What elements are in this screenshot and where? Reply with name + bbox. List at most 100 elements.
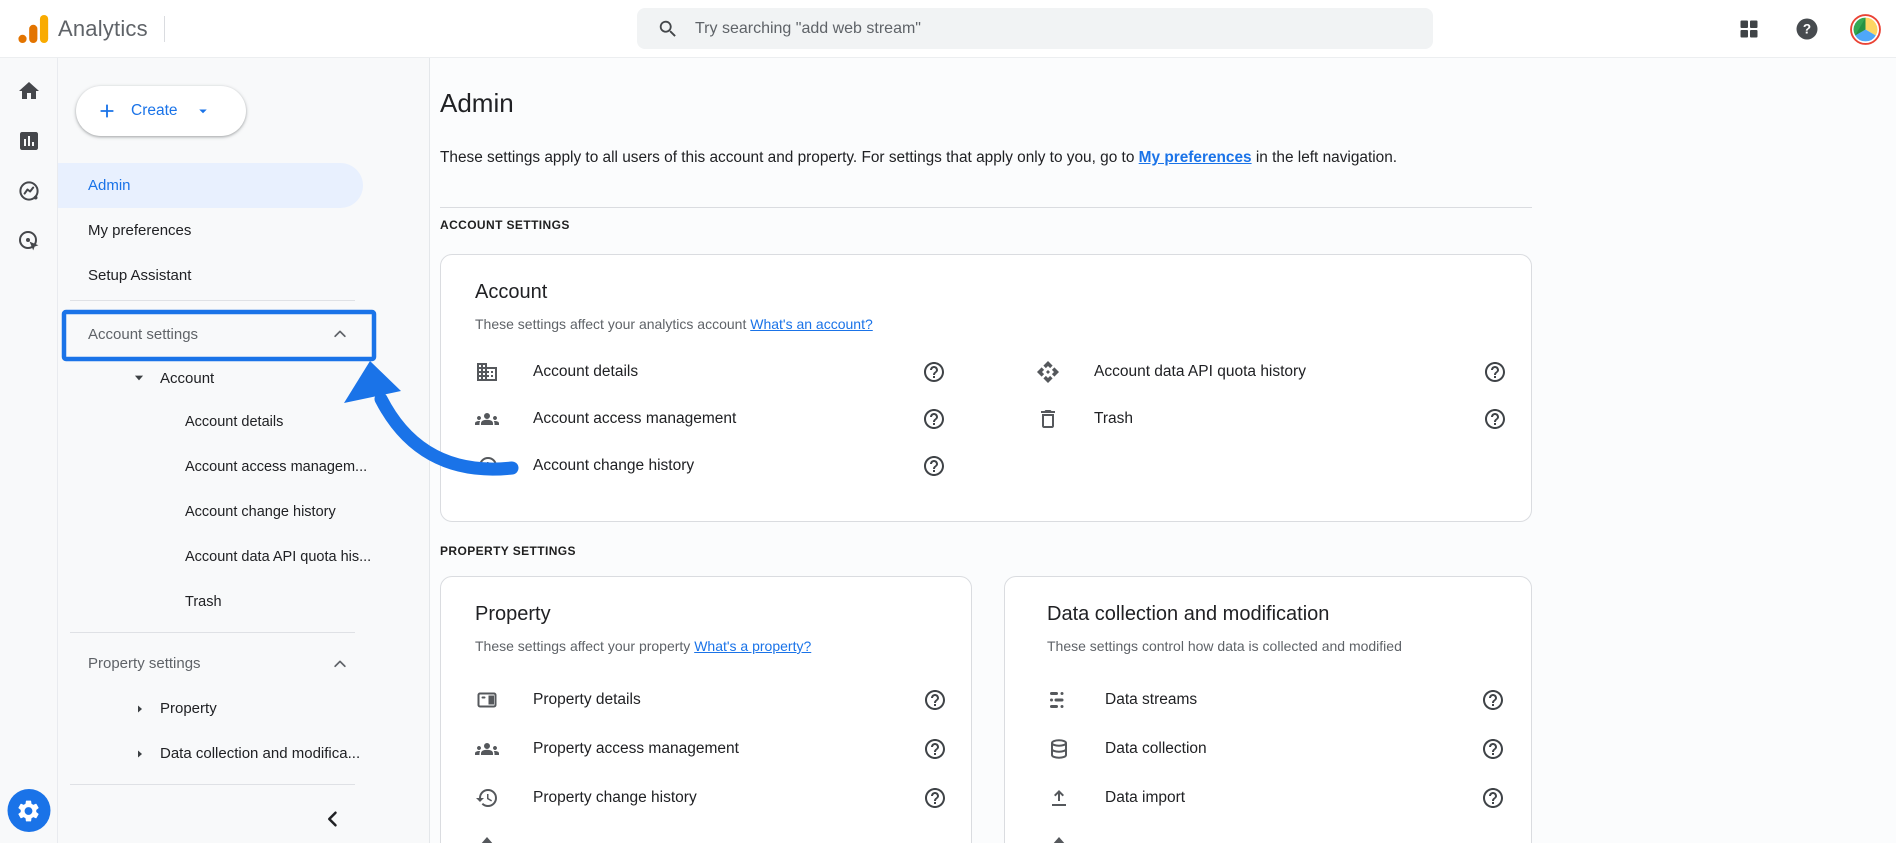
account-access-management-item[interactable]: Account access management [475,395,946,442]
sidebar-item-account-change-history[interactable]: Account change history [58,489,429,534]
reports-icon[interactable] [17,129,41,153]
my-preferences-link[interactable]: My preferences [1139,149,1252,166]
header-actions [1732,0,1882,58]
sidebar-item-admin[interactable]: Admin [58,163,363,208]
property-settings-section-label: PROPERTY SETTINGS [440,544,576,558]
help-icon[interactable] [922,360,946,384]
data-collection-item[interactable]: Data collection [1047,724,1505,773]
property-access-management-item[interactable]: Property access management [475,724,947,773]
help-icon[interactable] [1483,360,1507,384]
sidebar-group-data-collection[interactable]: Data collection and modifica... [58,731,429,776]
admin-active-button[interactable] [7,789,50,832]
help-icon[interactable] [922,454,946,478]
global-search[interactable] [637,8,1433,49]
help-icon[interactable] [1481,688,1505,712]
intro-text: These settings apply to all users of thi… [440,147,1540,169]
account-card-desc: These settings affect your analytics acc… [475,316,1507,332]
sidebar-item-account-data-api-quota-history[interactable]: Account data API quota his... [58,534,429,579]
sidebar-collapse-button[interactable] [319,805,347,833]
sidebar-item-account-details[interactable]: Account details [58,399,429,444]
item-label: Trash [1094,409,1134,427]
item-label: Account change history [533,456,695,474]
data-streams-item[interactable]: Data streams [1047,675,1505,724]
data-streams-icon [1047,688,1071,712]
data-import-item[interactable]: Data import [1047,773,1505,822]
sidebar-item-setup-assistant[interactable]: Setup Assistant [58,253,429,298]
section-account-settings[interactable]: Account settings [58,311,429,357]
sidebar-group-data-collection-label: Data collection and modifica... [160,745,361,762]
app-logo[interactable]: Analytics [0,12,148,46]
account-data-api-quota-history-item[interactable]: Account data API quota history [1036,348,1507,395]
chevron-up-icon[interactable] [331,325,349,343]
item-label: Property access management [533,739,739,757]
sidebar-group-account[interactable]: Account [58,357,429,399]
sidebar-item-trash[interactable]: Trash [58,579,429,624]
caret-down-icon [194,102,212,120]
database-icon [1047,737,1071,761]
app-name: Analytics [58,15,148,41]
advertising-icon[interactable] [17,229,41,253]
create-button-label: Create [131,102,178,119]
item-label: Data collection [1105,739,1207,757]
home-icon[interactable] [17,79,41,103]
building-icon [475,360,499,384]
history-icon [475,786,499,810]
triangle-right-icon[interactable] [134,703,146,715]
clipped-row [475,822,947,843]
trash-item[interactable]: Trash [1036,395,1507,442]
triangle-down-icon[interactable] [132,371,146,385]
triangle-right-icon[interactable] [134,748,146,760]
search-icon [657,18,679,40]
property-card-desc-text: These settings affect your property [475,638,695,654]
property-change-history-item[interactable]: Property change history [475,773,947,822]
account-card: Account These settings affect your analy… [440,254,1532,522]
account-details-item[interactable]: Account details [475,348,946,395]
main-content: Admin These settings apply to all users … [430,58,1896,843]
account-card-left-column: Account details Account access managemen… [475,348,946,489]
sidebar-group-property-label: Property [160,700,217,717]
explore-icon[interactable] [17,179,41,203]
sidebar-group-property[interactable]: Property [58,686,429,731]
account-card-right-column: Account data API quota history Trash [1036,348,1507,489]
data-card-desc: These settings control how data is colle… [1047,638,1402,654]
help-icon[interactable] [923,737,947,761]
account-change-history-item[interactable]: Account change history [475,442,946,489]
clipped-icon [475,835,499,843]
item-label: Data import [1105,788,1186,806]
sidebar-group-account-label: Account [160,369,215,387]
chevron-up-icon[interactable] [331,655,349,673]
help-icon[interactable] [1481,737,1505,761]
help-icon[interactable] [923,786,947,810]
create-button[interactable]: Create [76,86,246,136]
sidebar-divider [70,300,355,301]
whats-an-account-link[interactable]: What's an account? [750,316,873,332]
help-icon[interactable] [1481,786,1505,810]
account-settings-section-label: ACCOUNT SETTINGS [440,218,570,232]
item-label: Account details [533,362,639,380]
section-account-settings-label: Account settings [88,325,199,343]
avatar[interactable] [1848,12,1882,46]
help-icon[interactable] [922,407,946,431]
item-label: Account data API quota history [1094,362,1306,380]
help-icon[interactable] [923,688,947,712]
people-icon [475,407,499,431]
property-details-item[interactable]: Property details [475,675,947,724]
top-header: Analytics [0,0,1896,58]
google-analytics-logo-icon [18,14,49,43]
sidebar-item-account-access-management[interactable]: Account access managem... [58,444,429,489]
sidebar-divider [70,632,355,633]
clipped-icon [1047,835,1071,843]
item-label: Property change history [533,788,697,806]
help-icon[interactable] [1790,12,1824,46]
left-icon-rail [0,58,58,843]
apps-grid-icon[interactable] [1732,12,1766,46]
history-icon [475,454,499,478]
sidebar-item-my-preferences[interactable]: My preferences [58,208,429,253]
search-input[interactable] [695,19,1345,38]
whats-a-property-link[interactable]: What's a property? [694,638,811,654]
header-divider [163,15,165,42]
chevron-left-icon [323,809,343,829]
section-property-settings[interactable]: Property settings [58,641,429,686]
help-icon[interactable] [1483,407,1507,431]
section-property-settings-label: Property settings [88,655,201,672]
